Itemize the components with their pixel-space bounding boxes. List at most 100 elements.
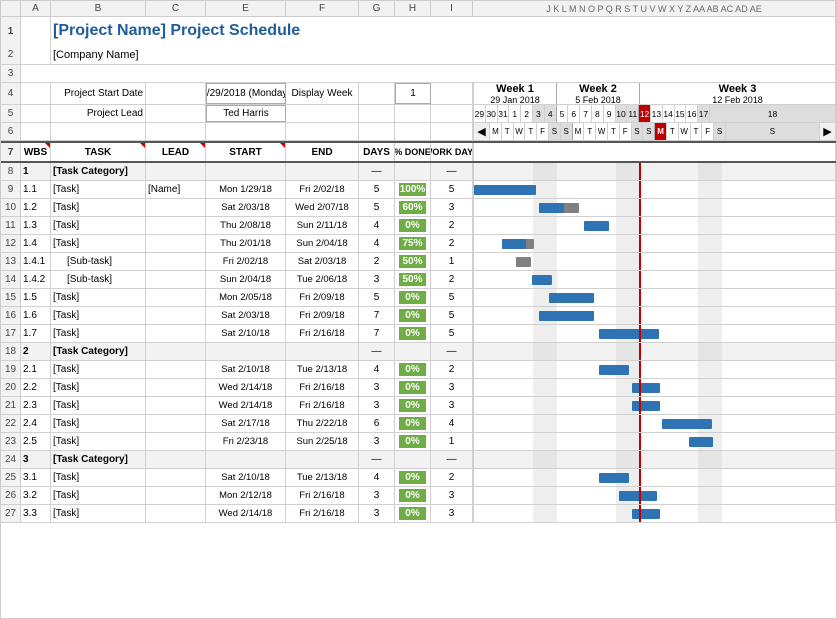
day-9: 9 (604, 105, 616, 122)
lead-cell (146, 415, 206, 432)
day-1: 1 (509, 105, 521, 122)
workdays-cell: 5 (431, 307, 473, 324)
task-cell: [Task] (51, 325, 146, 342)
row-number: 18 (1, 343, 21, 360)
start-cell: Sat 2/03/18 (206, 307, 286, 324)
end-cell: Tue 2/13/18 (286, 469, 359, 486)
wbs-cell: 1.4.2 (21, 271, 51, 288)
r4-a (21, 83, 51, 104)
days-cell: 7 (359, 325, 395, 342)
row-number: 12 (1, 235, 21, 252)
start-cell: Wed 2/14/18 (206, 379, 286, 396)
end-cell: Tue 2/06/18 (286, 271, 359, 288)
week2-header: Week 2 5 Feb 2018 (557, 83, 640, 104)
wbs-cell: 3.2 (21, 487, 51, 504)
day-8: 8 (592, 105, 604, 122)
day-6: 6 (568, 105, 580, 122)
table-row: 91.1[Task][Name]Mon 1/29/18Fri 2/02/1851… (1, 181, 836, 199)
day-10: 10 (616, 105, 628, 122)
project-lead-value[interactable]: Ted Harris (206, 105, 286, 122)
col-gantt-headers: J K L M N O P Q R S T U V W X Y Z AA AB … (473, 1, 836, 16)
row-number: 14 (1, 271, 21, 288)
start-cell: Wed 2/14/18 (206, 505, 286, 522)
start-cell: Mon 1/29/18 (206, 181, 286, 198)
day-30: 30 (486, 105, 498, 122)
r5-c (146, 105, 206, 122)
lead-cell (146, 361, 206, 378)
start-cell: Mon 2/05/18 (206, 289, 286, 306)
gantt-bar-cell (473, 289, 836, 306)
table-row: 81[Task Category]—— (1, 163, 836, 181)
r6-f (286, 123, 359, 140)
table-row: 192.1[Task]Sat 2/10/18Tue 2/13/1840%2 (1, 361, 836, 379)
gantt-bar-cell (473, 361, 836, 378)
days-cell: 4 (359, 235, 395, 252)
day-7: 7 (580, 105, 592, 122)
table-row: 121.4[Task]Thu 2/01/18Sun 2/04/18475%2 (1, 235, 836, 253)
r5-f (286, 105, 359, 122)
days-cell: 3 (359, 379, 395, 396)
display-week-value[interactable]: 1 (395, 83, 431, 104)
wbs-cell: 1 (21, 163, 51, 180)
pct-done-cell (395, 343, 431, 360)
gantt-bar-cell (473, 235, 836, 252)
day-14: 14 (663, 105, 675, 122)
wbs-cell: 1.3 (21, 217, 51, 234)
start-cell: Sat 2/17/18 (206, 415, 286, 432)
r5-g (359, 105, 395, 122)
day-29: 29 (474, 105, 486, 122)
wbs-cell: 2.2 (21, 379, 51, 396)
col-headers-row: 7 WBS TASK LEAD START END DAYS % DONE WO… (1, 141, 836, 163)
wbs-cell: 3 (21, 451, 51, 468)
lead-cell (146, 505, 206, 522)
lead-cell (146, 235, 206, 252)
r4-f: Display Week (286, 83, 359, 104)
days-cell: 5 (359, 199, 395, 216)
table-row: 222.4[Task]Sat 2/17/18Thu 2/22/1860%4 (1, 415, 836, 433)
gantt-day-numbers: 29 30 31 1 2 3 4 5 6 7 8 9 10 11 12 13 1… (473, 105, 836, 122)
row-number: 23 (1, 433, 21, 450)
start-cell: Thu 2/08/18 (206, 217, 286, 234)
workdays-cell: — (431, 163, 473, 180)
gantt-col-header (473, 143, 836, 161)
lead-cell (146, 451, 206, 468)
end-cell: Fri 2/09/18 (286, 289, 359, 306)
start-cell: Sun 2/04/18 (206, 271, 286, 288)
project-start-value[interactable]: 1/29/2018 (Monday) (206, 83, 286, 104)
row-6-nav: 6 ◀ M T W T F S S (1, 123, 836, 141)
row-number: 11 (1, 217, 21, 234)
days-col-header: DAYS (359, 143, 395, 161)
lead-cell (146, 433, 206, 450)
end-cell: Sun 2/25/18 (286, 433, 359, 450)
lead-cell (146, 343, 206, 360)
wbs-cell: 3.1 (21, 469, 51, 486)
lead-col-header: LEAD (146, 143, 206, 161)
end-cell: Fri 2/16/18 (286, 397, 359, 414)
r4-b: Project Start Date (51, 83, 146, 104)
task-cell: [Task Category] (51, 451, 146, 468)
lead-cell (146, 253, 206, 270)
gantt-bar-cell (473, 253, 836, 270)
day-2: 2 (521, 105, 533, 122)
end-cell: Fri 2/02/18 (286, 181, 359, 198)
gantt-next-button[interactable]: ▶ (819, 123, 835, 140)
pct-col-header: % DONE (395, 143, 431, 161)
workdays-cell: 5 (431, 325, 473, 342)
lead-cell (146, 325, 206, 342)
table-row: 131.4.1[Sub-task]Fri 2/02/18Sat 2/03/182… (1, 253, 836, 271)
start-col-header: START (206, 143, 286, 161)
row-3: 3 (1, 65, 836, 83)
task-cell: [Task] (51, 505, 146, 522)
lead-cell (146, 199, 206, 216)
workdays-cell: 1 (431, 253, 473, 270)
gantt-bar-cell (473, 181, 836, 198)
gantt-prev-button[interactable]: ◀ (474, 123, 490, 140)
table-row: 273.3[Task]Wed 2/14/18Fri 2/16/1830%3 (1, 505, 836, 523)
wbs-cell: 1.7 (21, 325, 51, 342)
start-cell: Mon 2/12/18 (206, 487, 286, 504)
days-cell: 3 (359, 271, 395, 288)
table-row: 182[Task Category]—— (1, 343, 836, 361)
gantt-bar-cell (473, 271, 836, 288)
r5-i (431, 105, 473, 122)
start-cell: Sat 2/03/18 (206, 199, 286, 216)
